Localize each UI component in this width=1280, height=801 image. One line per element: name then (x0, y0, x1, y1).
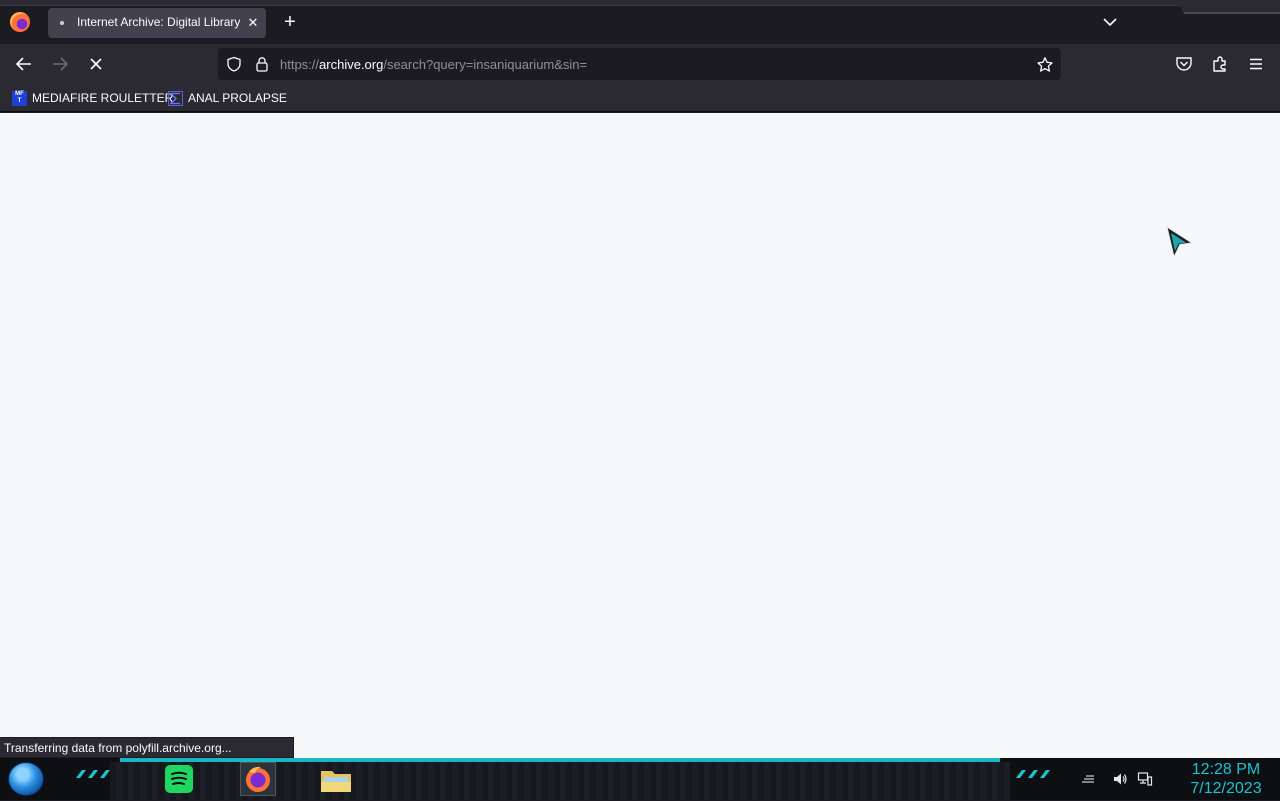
clock-time: 12:28 PM (1191, 761, 1261, 778)
bookmark-label: ANAL PROLAPSE (188, 91, 287, 105)
bookmark-star-icon[interactable] (1036, 56, 1054, 74)
taskbar-chevron-decoration (1016, 770, 1050, 778)
bookmark-mediafire-rouletter[interactable]: MF T MEDIAFIRE ROULETTER (12, 89, 173, 107)
sigma-icon (168, 90, 183, 106)
extensions-button[interactable] (1210, 54, 1230, 74)
firefox-icon (246, 766, 270, 792)
bookmark-label: MEDIAFIRE ROULETTER (32, 91, 174, 105)
chevron-down-icon (1103, 18, 1117, 27)
theme-decoration (1176, 0, 1280, 14)
pocket-button[interactable] (1174, 54, 1194, 74)
status-text: Transferring data from polyfill.archive.… (4, 741, 232, 755)
arrow-left-icon (15, 57, 31, 71)
mediafire-icon: MF T (12, 90, 27, 106)
status-panel: Transferring data from polyfill.archive.… (0, 737, 294, 758)
forward-button[interactable] (48, 52, 72, 76)
navigation-toolbar: https://archive.org/search?query=insaniq… (0, 44, 1280, 84)
clock-date: 7/12/2023 (1190, 780, 1262, 797)
folder-icon (321, 771, 351, 792)
taskbar: 12:28 PM 7/12/2023 (0, 758, 1280, 800)
bookmark-anal-prolapse[interactable]: ANAL PROLAPSE (168, 89, 287, 107)
taskbar-firefox[interactable] (240, 762, 276, 796)
tab-loading-icon (60, 21, 64, 25)
url-scheme: https:// (280, 57, 320, 72)
url-path: /search?query=insaniquarium&sin= (383, 57, 588, 72)
lock-icon[interactable] (254, 56, 270, 72)
tab-strip: Internet Archive: Digital Library ✕ + (0, 0, 1280, 44)
tab-internet-archive[interactable]: Internet Archive: Digital Library ✕ (48, 8, 266, 38)
app-menu-button[interactable] (1246, 54, 1266, 74)
hamburger-menu-icon (1250, 58, 1262, 70)
show-hidden-icons-icon[interactable] (1080, 771, 1096, 787)
network-icon[interactable] (1137, 771, 1153, 787)
page-content-area[interactable] (0, 113, 1280, 758)
tracking-protection-shield-icon[interactable] (226, 56, 242, 72)
mouse-cursor-icon (1166, 226, 1194, 259)
taskbar-file-explorer[interactable] (318, 762, 354, 796)
tab-title: Internet Archive: Digital Library (77, 15, 240, 29)
puzzle-icon (1213, 56, 1226, 72)
firefox-logo-icon[interactable] (10, 12, 30, 32)
url-host: archive.org (319, 57, 384, 72)
spotify-icon (165, 765, 193, 793)
taskbar-spotify[interactable] (161, 762, 197, 796)
volume-icon[interactable] (1112, 771, 1128, 787)
system-clock[interactable]: 12:28 PM 7/12/2023 (1180, 760, 1272, 798)
address-bar[interactable]: https://archive.org/search?query=insaniq… (218, 48, 1061, 80)
start-button[interactable] (8, 762, 44, 796)
back-button[interactable] (12, 52, 36, 76)
arrow-right-icon (53, 57, 69, 71)
list-all-tabs-button[interactable] (1098, 10, 1122, 34)
stop-loading-button[interactable] (84, 52, 108, 76)
taskbar-chevron-decoration (76, 770, 110, 778)
bookmarks-toolbar: MF T MEDIAFIRE ROULETTER ANAL PROLAPSE (0, 84, 1280, 112)
new-tab-button[interactable]: + (278, 10, 302, 34)
tab-strip-top-border (0, 0, 1280, 6)
pocket-icon (1176, 57, 1192, 71)
tab-close-icon[interactable]: ✕ (244, 14, 262, 32)
url-text[interactable]: https://archive.org/search?query=insaniq… (280, 57, 587, 72)
close-icon (90, 58, 102, 70)
